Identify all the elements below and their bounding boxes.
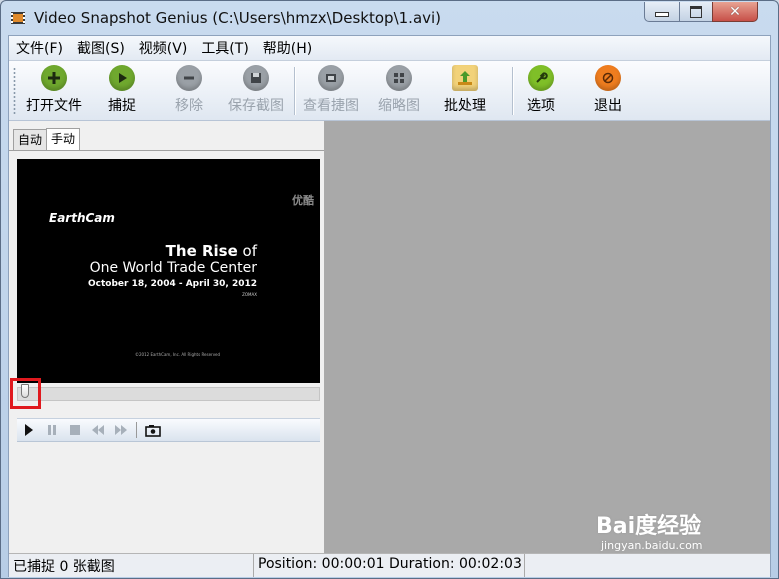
plus-icon	[41, 65, 67, 91]
minimize-button[interactable]	[644, 2, 680, 22]
open-file-button[interactable]: 打开文件	[26, 65, 82, 115]
capture-button[interactable]: 捕捉	[108, 65, 136, 115]
video-title-line1: The Rise of	[165, 242, 257, 260]
video-preview: 优酷 EarthCam The Rise of One World Trade …	[17, 159, 320, 383]
close-button[interactable]: ✕	[712, 2, 758, 22]
options-label: 选项	[527, 98, 555, 114]
seek-highlight-box	[10, 378, 41, 409]
video-brand-logo: EarthCam	[49, 211, 115, 225]
rewind-button[interactable]	[86, 425, 109, 435]
maximize-button[interactable]	[679, 2, 713, 22]
seek-bar[interactable]	[17, 387, 320, 401]
status-duration: Duration: 00:02:03	[389, 556, 522, 572]
menu-video[interactable]: 视频(V)	[132, 38, 195, 58]
video-watermark: 优酷	[292, 194, 314, 207]
close-icon: ✕	[729, 3, 741, 20]
wrench-icon	[528, 65, 554, 91]
status-time: Position: 00:00:01 Duration: 00:02:03	[254, 554, 524, 577]
toolbar-separator	[512, 67, 514, 115]
open-file-label: 打开文件	[26, 98, 82, 114]
window-title: Video Snapshot Genius (C:\Users\hmzx\Des…	[34, 9, 442, 27]
view-icon	[318, 65, 344, 91]
status-position: Position: 00:00:01	[258, 556, 385, 572]
thumbnail-label: 缩略图	[378, 98, 420, 114]
menu-bar: 文件(F) 截图(S) 视频(V) 工具(T) 帮助(H)	[9, 36, 770, 61]
mode-tabs: 自动 手动	[13, 128, 81, 151]
save-snapshot-label: 保存截图	[228, 98, 284, 114]
grid-icon	[386, 65, 412, 91]
play-button[interactable]	[17, 424, 40, 436]
status-bar: 已捕捉 0 张截图 Position: 00:00:01 Duration: 0…	[9, 553, 770, 577]
video-title-line2: One World Trade Center	[89, 260, 257, 276]
film-icon	[11, 12, 25, 24]
capture-label: 捕捉	[108, 98, 136, 114]
minus-icon	[176, 65, 202, 91]
tab-manual[interactable]: 手动	[46, 128, 81, 150]
menu-tools[interactable]: 工具(T)	[194, 38, 255, 58]
disk-icon	[243, 65, 269, 91]
stop-button[interactable]	[63, 425, 86, 435]
camera-icon	[144, 424, 161, 437]
player-controls	[17, 418, 320, 442]
menu-capture[interactable]: 截图(S)	[70, 38, 132, 58]
maximize-icon	[690, 5, 702, 18]
menu-file[interactable]: 文件(F)	[9, 38, 70, 58]
folder-arrow-icon	[452, 65, 478, 91]
toolbar-grip[interactable]	[13, 67, 16, 115]
snapshot-gallery-area[interactable]	[325, 121, 770, 553]
toolbar: 打开文件 捕捉 移除 保存截图 查看捷图 缩略图 批处理 选项 退出	[9, 61, 770, 121]
fast-forward-icon	[114, 425, 127, 435]
view-snapshot-button[interactable]: 查看捷图	[303, 65, 359, 115]
status-empty	[524, 554, 770, 577]
minimize-icon	[655, 12, 669, 17]
video-copyright: ©2012 EarthCam, Inc. All Rights Reserved	[135, 352, 221, 357]
status-captured-count: 已捕捉 0 张截图	[9, 554, 254, 577]
stop-square-icon	[69, 425, 80, 435]
thumbnail-button[interactable]: 缩略图	[378, 65, 420, 115]
batch-button[interactable]: 批处理	[444, 65, 486, 115]
forward-button[interactable]	[109, 425, 132, 435]
menu-help[interactable]: 帮助(H)	[256, 38, 319, 58]
pause-icon	[47, 425, 56, 435]
tab-auto[interactable]: 自动	[13, 129, 48, 151]
play-icon	[109, 65, 135, 91]
pause-button[interactable]	[40, 424, 63, 436]
exit-label: 退出	[594, 98, 622, 114]
save-snapshot-button[interactable]: 保存截图	[228, 65, 284, 115]
client-area: 文件(F) 截图(S) 视频(V) 工具(T) 帮助(H) 打开文件 捕捉 移除…	[8, 35, 771, 577]
options-button[interactable]: 选项	[527, 65, 555, 115]
batch-label: 批处理	[444, 98, 486, 114]
app-window: Video Snapshot Genius (C:\Users\hmzx\Des…	[0, 0, 779, 579]
baidu-url-watermark: jingyan.baidu.com	[601, 539, 703, 552]
title-bar[interactable]: Video Snapshot Genius (C:\Users\hmzx\Des…	[1, 1, 778, 35]
play-icon	[24, 424, 33, 436]
video-small-tag: ZOMAX	[242, 292, 257, 297]
remove-label: 移除	[175, 98, 203, 114]
toolbar-separator	[294, 67, 296, 115]
snapshot-button[interactable]	[141, 424, 164, 437]
tab-divider	[9, 150, 324, 151]
player-separator	[136, 422, 137, 438]
video-dates: October 18, 2004 - April 30, 2012	[88, 279, 257, 289]
stop-icon	[595, 65, 621, 91]
capture-panel: 自动 手动 优酷 EarthCam The Rise of One World …	[9, 121, 325, 553]
remove-button[interactable]: 移除	[175, 65, 203, 115]
exit-button[interactable]: 退出	[594, 65, 622, 115]
baidu-watermark: Bai度经验	[596, 514, 702, 539]
view-snapshot-label: 查看捷图	[303, 98, 359, 114]
rewind-icon	[91, 425, 104, 435]
